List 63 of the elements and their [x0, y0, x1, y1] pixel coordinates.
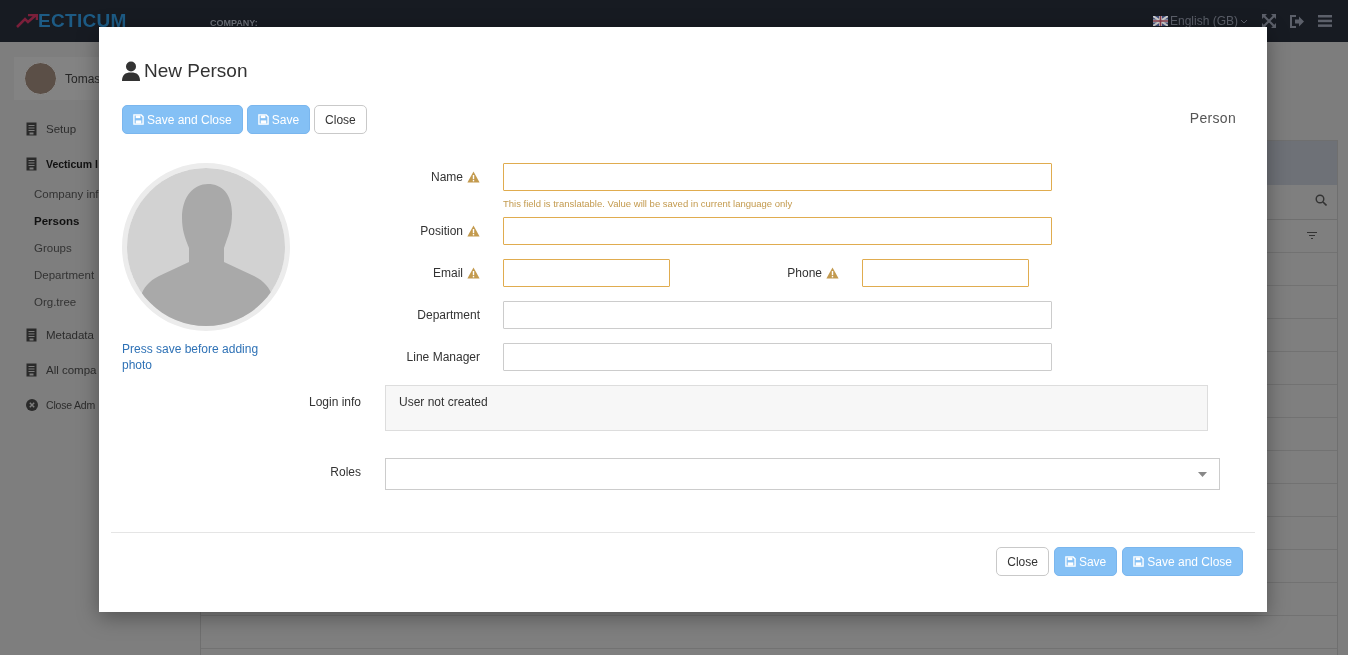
sidebar-subitem[interactable]: Groups — [34, 239, 72, 257]
caret-icon — [1240, 18, 1248, 24]
record-type-label: Person — [1189, 109, 1236, 126]
login-info-box: User not created — [385, 385, 1208, 431]
field-label: Position — [420, 224, 463, 238]
warning-icon — [467, 171, 480, 183]
field-label: Line Manager — [406, 350, 480, 364]
sidebar-item[interactable]: Setup — [26, 118, 77, 140]
input-field[interactable] — [503, 163, 1052, 191]
sidebar-subitem[interactable]: Company inf — [34, 185, 99, 203]
document-icon — [26, 328, 37, 342]
search-icon[interactable] — [1315, 194, 1327, 206]
roles-select[interactable] — [385, 458, 1220, 490]
field-label: Roles — [329, 464, 362, 479]
sidebar-subitem[interactable]: Org.tree — [34, 293, 77, 311]
save-button[interactable]: Save — [246, 105, 311, 134]
person-icon — [122, 61, 140, 81]
photo-hint-link[interactable]: Press save before adding photo — [122, 341, 272, 373]
user-name: Tomas — [65, 71, 101, 86]
field-label: Department — [417, 308, 480, 322]
warning-icon — [826, 267, 839, 279]
sidebar-item[interactable]: All compa — [26, 359, 97, 381]
filter-icon[interactable] — [1307, 232, 1317, 239]
save-icon — [133, 114, 144, 125]
fullscreen-icon[interactable] — [1262, 14, 1276, 28]
save-button[interactable]: Save and Close — [1122, 547, 1243, 576]
sidebar-subitem[interactable]: Persons — [34, 212, 80, 230]
caret-icon — [1198, 471, 1207, 477]
field-hint: This field is translatable. Value will be saved in current language only — [503, 198, 794, 209]
field-label: Login info — [307, 394, 362, 409]
close-button[interactable]: Close — [314, 105, 367, 134]
logo-text: ECTICUM — [38, 10, 127, 32]
logo-icon — [16, 14, 38, 28]
close-icon — [26, 399, 38, 411]
avatar-placeholder-icon — [122, 163, 290, 331]
input-field[interactable] — [862, 259, 1029, 287]
sidebar-item[interactable]: Vecticum I — [26, 153, 98, 175]
input-field[interactable] — [503, 301, 1052, 329]
document-icon — [26, 363, 37, 377]
save-button[interactable]: Save — [1053, 547, 1118, 576]
field-label: Email — [433, 266, 463, 280]
warning-icon — [467, 225, 480, 237]
user-avatar — [24, 62, 57, 95]
logout-icon[interactable] — [1290, 14, 1304, 28]
input-field[interactable] — [503, 217, 1052, 245]
close-button[interactable]: Close — [996, 547, 1049, 576]
company-label: COMPANY: — [210, 18, 258, 28]
sidebar-item[interactable]: Close Adm — [26, 394, 95, 416]
field-label: Name — [431, 170, 463, 184]
warning-icon — [467, 267, 480, 279]
input-field[interactable] — [503, 259, 670, 287]
save-button[interactable]: Save and Close — [122, 105, 243, 134]
input-field[interactable] — [503, 343, 1052, 371]
sidebar-item[interactable]: Metadata — [26, 324, 94, 346]
document-icon — [26, 122, 37, 136]
menu-icon[interactable] — [1318, 15, 1332, 27]
save-icon — [1064, 556, 1076, 567]
save-icon — [1133, 556, 1145, 567]
field-label: Phone — [787, 266, 822, 280]
modal-title: New Person — [144, 60, 248, 82]
document-icon — [26, 157, 37, 171]
sidebar-subitem[interactable]: Department — [34, 266, 95, 284]
save-icon — [257, 114, 269, 125]
